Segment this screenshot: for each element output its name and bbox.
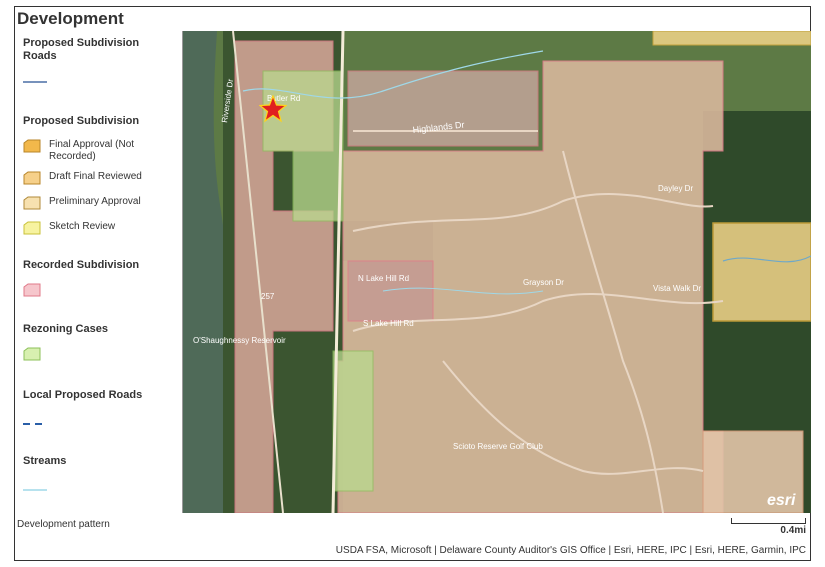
panel-title: Development xyxy=(17,9,124,28)
label-route: 257 xyxy=(261,292,275,301)
map-legend: Proposed Subdivision Roads Proposed Subd… xyxy=(17,31,182,513)
scale-bar: 0.4mi xyxy=(728,513,808,543)
local-road-dash-icon xyxy=(23,423,47,425)
stream-line-icon xyxy=(23,489,47,491)
label-grayson: Grayson Dr xyxy=(523,278,564,287)
scale-bar-line xyxy=(731,518,806,524)
legend-item-final-approval: Final Approval (Not Recorded) xyxy=(23,139,159,163)
map-attribution: USDA FSA, Microsoft | Delaware County Au… xyxy=(335,545,806,556)
rezoning-south xyxy=(332,350,374,492)
label-reservoir: O'Shaughnessy Reservoir xyxy=(193,336,286,345)
legend-item-draft-final: Draft Final Reviewed xyxy=(23,171,159,185)
draft-final-swatch-icon xyxy=(23,171,41,185)
map-caption: Development pattern xyxy=(17,519,110,530)
label-golf: Scioto Reserve Golf Club xyxy=(453,442,543,451)
label-vista-walk: Vista Walk Dr xyxy=(653,284,701,293)
recorded-subdivision-highlands xyxy=(347,70,539,147)
legend-label: Preliminary Approval xyxy=(49,196,141,207)
label-s-lake-hill: S Lake Hill Rd xyxy=(363,319,414,328)
legend-heading-streams: Streams xyxy=(23,455,67,467)
preliminary-swatch-icon xyxy=(23,196,41,210)
legend-heading-proposed-subdivision: Proposed Subdivision xyxy=(23,115,140,127)
rezoning-swatch-icon xyxy=(23,347,41,361)
recorded-subdivision-swatch-icon xyxy=(23,283,41,297)
recorded-subdivision-lakehill xyxy=(347,260,434,322)
legend-label: Sketch Review xyxy=(49,221,116,232)
label-dayley: Dayley Dr xyxy=(658,184,693,193)
final-approval-swatch-icon xyxy=(23,139,41,153)
legend-item-preliminary: Preliminary Approval xyxy=(23,196,159,210)
sketch-review-swatch-icon xyxy=(23,221,41,235)
legend-heading-rezoning: Rezoning Cases xyxy=(23,323,108,335)
esri-logo: esri xyxy=(767,492,796,509)
development-panel: Development Proposed Subdivision Roads P… xyxy=(14,6,811,561)
proposed-road-line-icon xyxy=(23,81,47,83)
label-lake-hill: N Lake Hill Rd xyxy=(358,274,409,283)
legend-heading-recorded-subdivision: Recorded Subdivision xyxy=(23,259,140,271)
legend-heading-proposed-roads: Proposed Subdivision Roads xyxy=(23,37,140,62)
legend-item-sketch-review: Sketch Review xyxy=(23,221,159,235)
scale-label: 0.4mi xyxy=(780,525,806,536)
proposed-subdivision-north xyxy=(652,31,811,46)
legend-label: Final Approval (Not Recorded) xyxy=(49,139,135,162)
legend-heading-local-roads: Local Proposed Roads xyxy=(23,389,143,401)
map-view[interactable]: Riverside Dr Butler Rd Highlands Dr O'Sh… xyxy=(182,31,811,513)
proposed-subdivision-east xyxy=(712,222,811,322)
location-star-icon[interactable] xyxy=(259,95,287,123)
legend-label: Draft Final Reviewed xyxy=(49,171,142,182)
